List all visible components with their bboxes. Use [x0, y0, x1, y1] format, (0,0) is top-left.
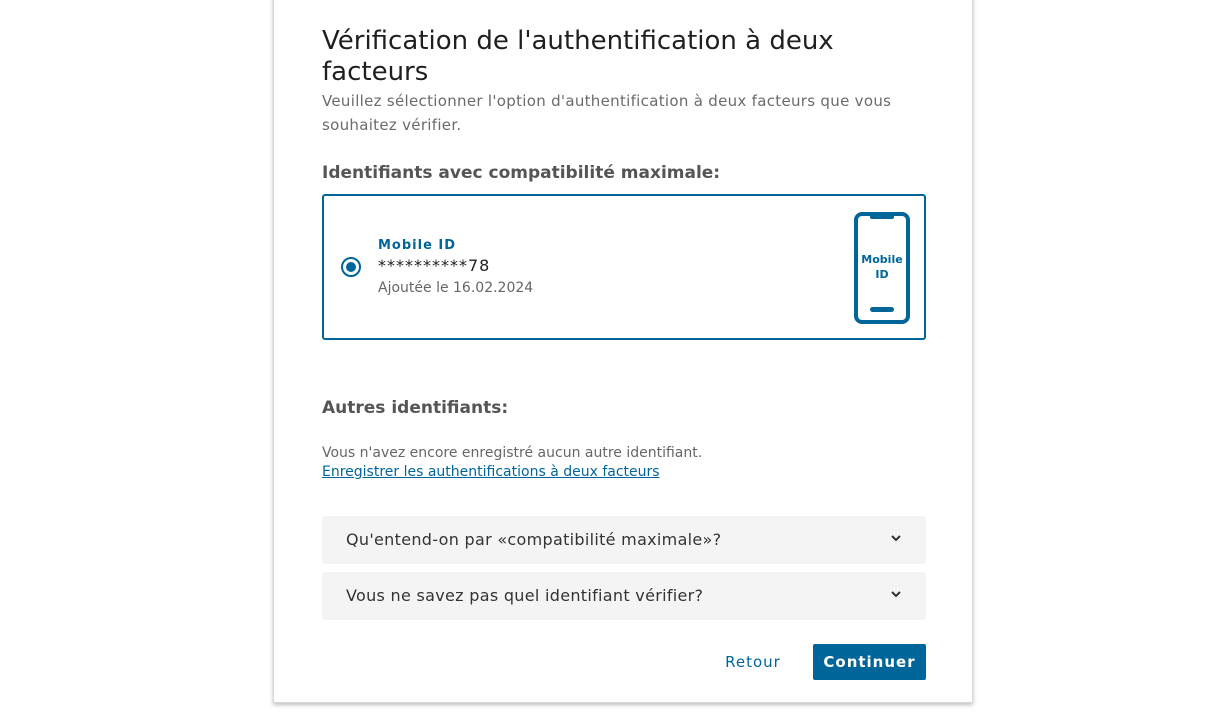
register-2fa-link[interactable]: Enregistrer les authentifications à deux… [322, 464, 660, 480]
accordion-title: Qu'entend-on par «compatibilité maximale… [346, 530, 722, 549]
phone-notch [870, 215, 894, 219]
page-title: Vérification de l'authentification à deu… [322, 26, 834, 87]
phone-home-bar [870, 307, 894, 312]
option-added-date: Ajoutée le 16.02.2024 [378, 280, 534, 296]
option-label: Mobile ID [378, 238, 457, 253]
phone-icon-text-line2: ID [875, 268, 889, 281]
back-button[interactable]: Retour [714, 644, 792, 680]
chevron-down-icon [891, 591, 901, 598]
continue-button[interactable]: Continuer [813, 644, 926, 680]
page-subtitle: Veuillez sélectionner l'option d'authent… [322, 92, 892, 134]
accordion-max-compat[interactable]: Qu'entend-on par «compatibilité maximale… [322, 516, 926, 564]
no-other-identifiers-text: Vous n'avez encore enregistré aucun autr… [322, 445, 703, 461]
chevron-down-icon [891, 535, 901, 542]
compat-section-heading: Identifiants avec compatibilité maximale… [322, 163, 721, 183]
phone-icon-text-line1: Mobile [861, 253, 903, 266]
mobile-phone-icon: Mobile ID [854, 212, 910, 324]
mobile-id-option[interactable]: Mobile ID **********78 Ajoutée le 16.02.… [322, 194, 926, 340]
accordion-title: Vous ne savez pas quel identifiant vérif… [346, 586, 704, 605]
others-section-heading: Autres identifiants: [322, 398, 509, 418]
mobile-id-radio[interactable] [341, 257, 361, 277]
verification-card: Vérification de l'authentification à deu… [273, 0, 973, 703]
option-masked-number: **********78 [378, 256, 491, 275]
phone-icon-text: Mobile ID [858, 252, 906, 282]
accordion-which-identifier[interactable]: Vous ne savez pas quel identifiant vérif… [322, 572, 926, 620]
